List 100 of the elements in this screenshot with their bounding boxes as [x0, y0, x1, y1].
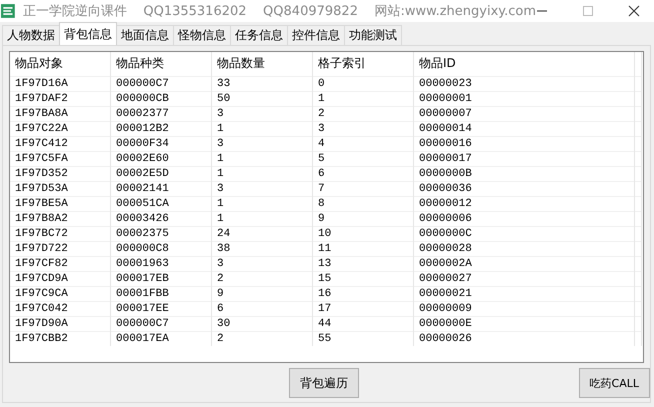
table-cell: 1 — [212, 121, 312, 136]
tab[interactable]: 人物数据 — [2, 25, 60, 45]
table-cell: 3 — [212, 136, 312, 151]
table-cell: 10 — [312, 226, 414, 241]
table-cell: 8 — [312, 196, 414, 211]
table-cell: 30 — [212, 316, 312, 331]
table-cell: 0000000B — [414, 166, 634, 181]
table-cell: 000000C7 — [110, 316, 212, 331]
table-cell: 000017EA — [110, 331, 212, 346]
table-cell: 1F97D53A — [10, 181, 110, 196]
table-cell: 7 — [312, 181, 414, 196]
table-cell: 1F97DAF2 — [10, 91, 110, 106]
table-cell: 00000F34 — [110, 136, 212, 151]
table-cell: 00001FBB — [110, 286, 212, 301]
table-cell: 3 — [212, 256, 312, 271]
table-cell: 000017EB — [110, 271, 212, 286]
table-cell: 15 — [312, 271, 414, 286]
table-cell: 1F97C9CA — [10, 286, 110, 301]
table-cell: 44 — [312, 316, 414, 331]
table-cell: 1 — [212, 211, 312, 226]
table-cell: 1 — [312, 91, 414, 106]
table-cell: 6 — [312, 166, 414, 181]
table-cell: 1F97D90A — [10, 316, 110, 331]
table-cell: 00000026 — [414, 331, 634, 346]
table-cell: 55 — [312, 331, 414, 346]
table-cell: 17 — [312, 301, 414, 316]
table-cell: 00000036 — [414, 181, 634, 196]
table-cell: 000000C8 — [110, 241, 212, 256]
table-cell: 1F97D722 — [10, 241, 110, 256]
table-cell: 3 — [312, 121, 414, 136]
table-cell: 50 — [212, 91, 312, 106]
table-cell: 00000014 — [414, 121, 634, 136]
tab[interactable]: 功能测试 — [344, 25, 402, 45]
column-header[interactable]: 物品数量 — [212, 52, 312, 76]
table-cell: 1F97CF82 — [10, 256, 110, 271]
table-cell: 0000000E — [414, 316, 634, 331]
table-cell: 13 — [312, 256, 414, 271]
table-cell: 0000002A — [414, 256, 634, 271]
table-cell: 000000C7 — [110, 76, 212, 91]
table-cell: 00000006 — [414, 211, 634, 226]
table-cell: 2 — [212, 331, 312, 346]
potion-call-button[interactable]: 吃药CALL — [578, 368, 650, 398]
table-cell: 6 — [212, 301, 312, 316]
table-cell: 00000001 — [414, 91, 634, 106]
table-cell: 1F97B8A2 — [10, 211, 110, 226]
column-header[interactable]: 物品种类 — [110, 52, 212, 76]
table-cell: 00002375 — [110, 226, 212, 241]
table-cell: 00002E60 — [110, 151, 212, 166]
table-cell: 1F97BA8A — [10, 106, 110, 121]
column-header[interactable]: 物品对象 — [10, 52, 110, 76]
table-cell: 2 — [312, 106, 414, 121]
table-cell: 1F97C22A — [10, 121, 110, 136]
table-cell: 24 — [212, 226, 312, 241]
column-header[interactable]: 物品ID — [414, 52, 634, 76]
table-cell: 11 — [312, 241, 414, 256]
table-cell: 1F97D16A — [10, 76, 110, 91]
table-cell: 00000027 — [414, 271, 634, 286]
window-title: 正一学院逆向课件 QQ1355316202 QQ840979822 网站:www.zhengyixy.com — [22, 3, 536, 20]
table-cell: 5 — [312, 151, 414, 166]
table-cell: 1F97BE5A — [10, 196, 110, 211]
table-cell: 1F97CBB2 — [10, 331, 110, 346]
table-cell: 00000007 — [414, 106, 634, 121]
table-cell: 00001963 — [110, 256, 212, 271]
table-cell: 00000017 — [414, 151, 634, 166]
table-cell: 0000000C — [414, 226, 634, 241]
table-cell: 1F97C412 — [10, 136, 110, 151]
table-cell: 1 — [212, 196, 312, 211]
table-cell: 00000009 — [414, 301, 634, 316]
table-cell: 000051CA — [110, 196, 212, 211]
traverse-button[interactable]: 背包遍历 — [289, 368, 359, 398]
table-cell: 2 — [212, 271, 312, 286]
table-cell: 1 — [212, 151, 312, 166]
close-icon[interactable] — [628, 5, 640, 17]
table-cell: 3 — [212, 106, 312, 121]
table-cell: 38 — [212, 241, 312, 256]
table-cell: 00000016 — [414, 136, 634, 151]
column-header[interactable]: 格子索引 — [312, 52, 414, 76]
table-cell: 00003426 — [110, 211, 212, 226]
table-cell: 00002E5D — [110, 166, 212, 181]
table-cell: 1F97CD9A — [10, 271, 110, 286]
table-cell: 000017EE — [110, 301, 212, 316]
table-cell: 16 — [312, 286, 414, 301]
table-cell: 1 — [212, 166, 312, 181]
table-cell: 0 — [312, 76, 414, 91]
table-cell: 00000021 — [414, 286, 634, 301]
table-cell: 00002141 — [110, 181, 212, 196]
table-cell: 1F97C5FA — [10, 151, 110, 166]
table-cell: 000000CB — [110, 91, 212, 106]
table-cell: 33 — [212, 76, 312, 91]
table-cell: 1F97C042 — [10, 301, 110, 316]
table-cell: 00000012 — [414, 196, 634, 211]
table-cell: 1F97BC72 — [10, 226, 110, 241]
table-cell: 9 — [212, 286, 312, 301]
table-cell: 00000028 — [414, 241, 634, 256]
table-cell: 9 — [312, 211, 414, 226]
table-cell: 000012B2 — [110, 121, 212, 136]
table-cell: 4 — [312, 136, 414, 151]
tab[interactable]: 背包信息 — [59, 22, 117, 45]
table-cell: 3 — [212, 181, 312, 196]
table-cell: 1F97D352 — [10, 166, 110, 181]
